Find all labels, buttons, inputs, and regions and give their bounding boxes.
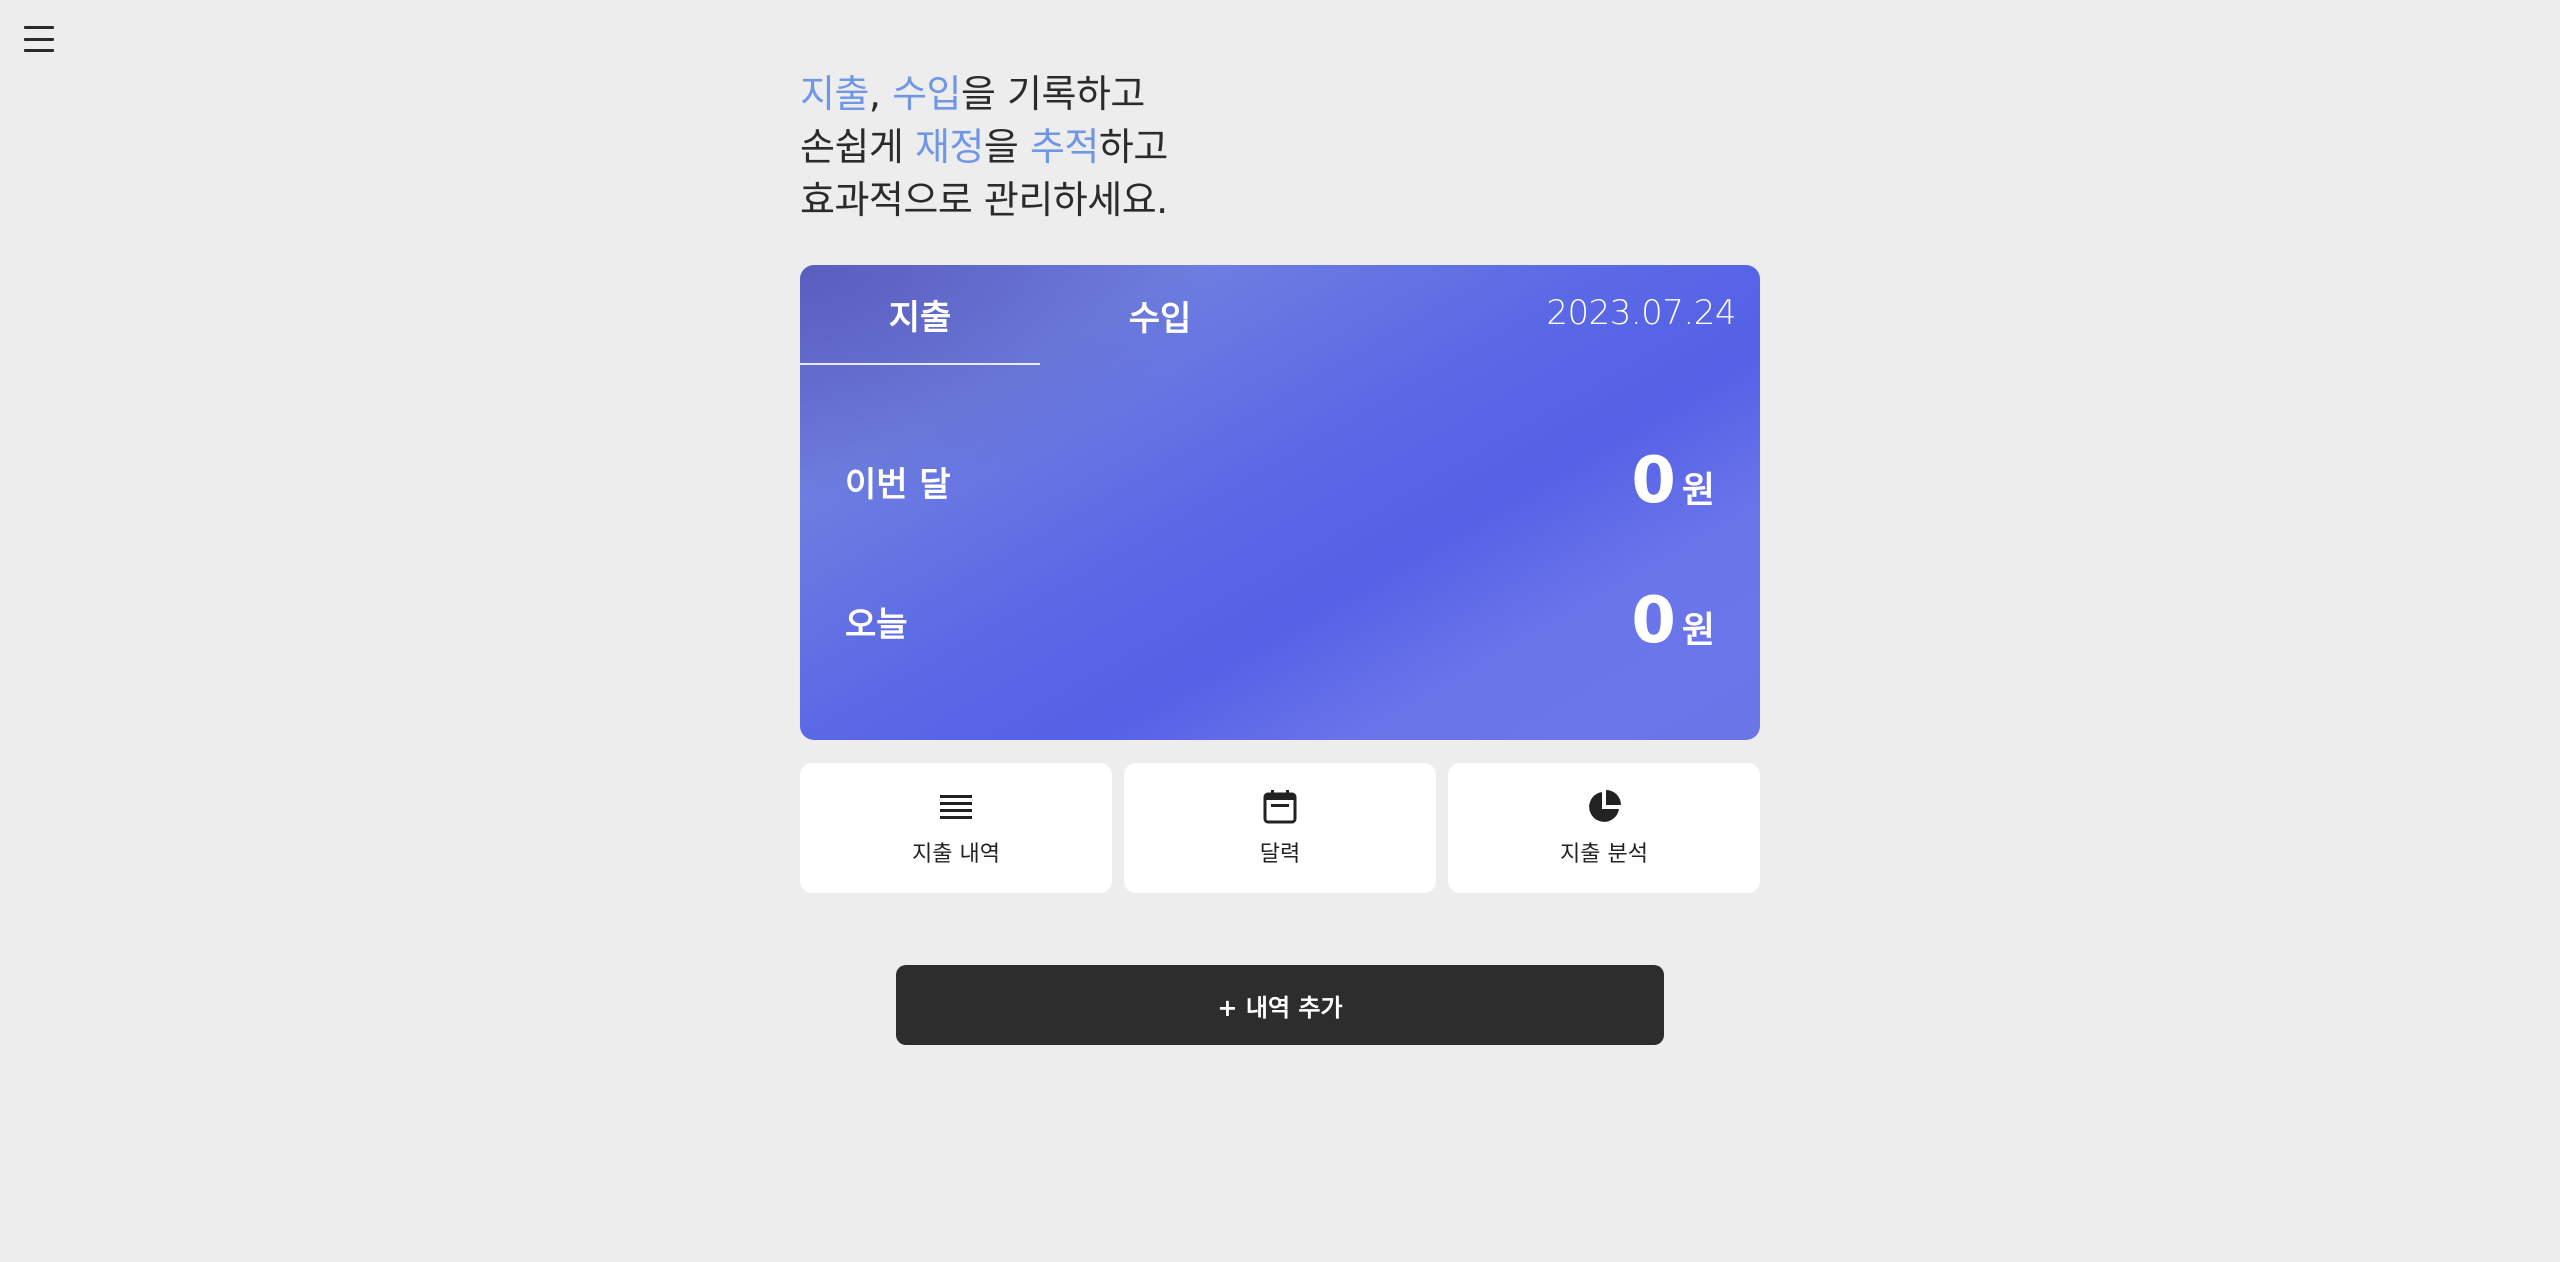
quick-action-label: 지출 분석 [1560,842,1648,867]
headline-highlight: 지출 [800,72,869,116]
add-entry-button[interactable]: + 내역 추가 [896,965,1664,1045]
menu-line [24,37,54,41]
headline-line-1: 지출, 수입을 기록하고 [800,68,1168,121]
headline-line-3: 효과적으로 관리하세요. [800,178,1168,222]
tab-expense[interactable]: 지출 [800,265,1040,365]
headline-text: , [868,72,893,116]
summary-row-today: 오늘 0 원 [845,581,1715,661]
menu-line [24,26,54,29]
row-amount: 0 원 [1631,449,1715,513]
summary-card: 지출 수입 2023.07.24 이번 달 0 원 오늘 0 원 [800,265,1760,740]
quick-action-label: 지출 내역 [912,842,1000,867]
row-label: 이번 달 [845,464,951,505]
headline-highlight: 수입 [892,72,962,116]
quick-action-label: 달력 [1259,842,1301,867]
headline-text: 하고 [1098,125,1168,169]
headline-highlight: 재정 [914,125,984,169]
calendar-icon [1263,790,1297,824]
amount-unit: 원 [1681,470,1715,511]
headline-text: 을 [983,125,1030,169]
expense-analysis-button[interactable]: 지출 분석 [1448,763,1760,893]
amount-value: 0 [1631,444,1676,518]
headline-text: 을 기록하고 [961,72,1145,116]
headline-line-2: 손쉽게 재정을 추적하고 [800,121,1168,174]
amount-value: 0 [1631,584,1676,658]
row-label: 오늘 [845,604,908,645]
headline-highlight: 추적 [1029,125,1099,169]
summary-row-month: 이번 달 0 원 [845,441,1715,521]
current-date: 2023.07.24 [1546,293,1736,333]
pie-chart-icon [1589,790,1621,822]
expense-history-button[interactable]: 지출 내역 [800,763,1112,893]
row-amount: 0 원 [1631,589,1715,653]
amount-unit: 원 [1681,610,1715,651]
menu-line [24,49,54,52]
headline-text: 손쉽게 [800,125,915,169]
headline: 지출, 수입을 기록하고 손쉽게 재정을 추적하고 효과적으로 관리하세요. [800,68,1168,227]
tab-income[interactable]: 수입 [1040,265,1280,365]
list-icon [940,795,972,819]
calendar-button[interactable]: 달력 [1124,763,1436,893]
hamburger-menu-icon[interactable] [22,24,56,54]
